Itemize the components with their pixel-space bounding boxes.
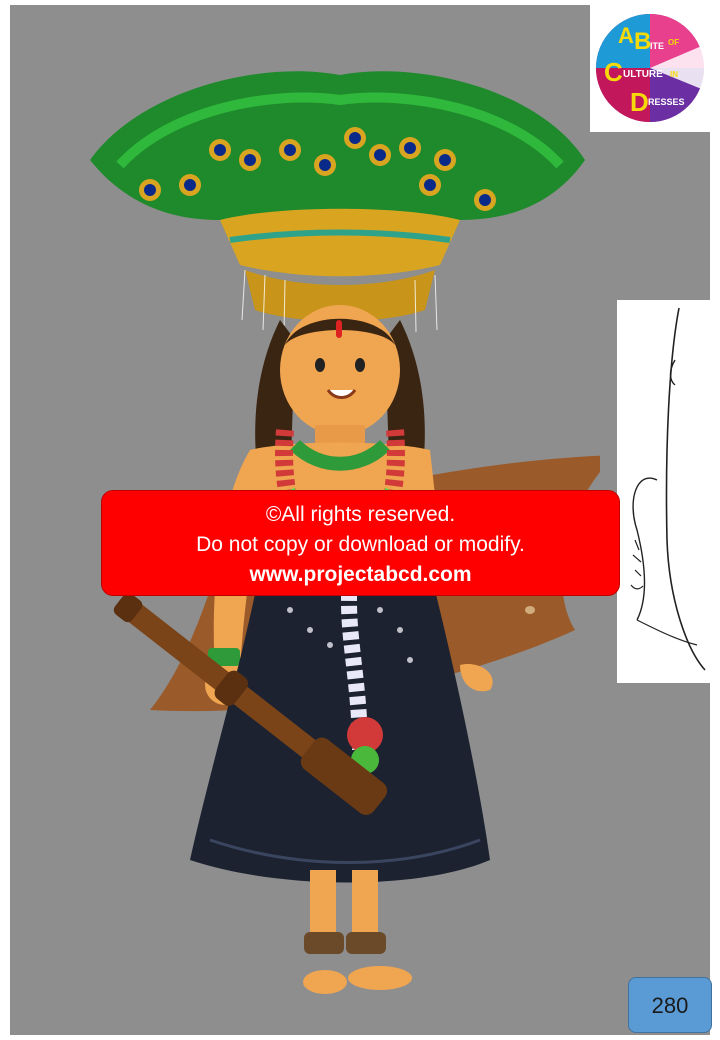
- svg-text:ULTURE: ULTURE: [623, 69, 663, 80]
- svg-text:C: C: [604, 57, 623, 87]
- handwritten-signature-icon: [630, 307, 706, 671]
- copyright-line: ©All rights reserved.: [265, 503, 456, 526]
- svg-text:B: B: [634, 28, 651, 55]
- svg-text:RESSES: RESSES: [648, 97, 685, 107]
- svg-text:OF: OF: [668, 38, 679, 47]
- svg-text:A: A: [618, 23, 634, 48]
- abcd-logo: A B ITE OF C ULTURE IN D RESSES: [590, 5, 710, 132]
- page-number-badge: 280: [628, 977, 712, 1033]
- no-copy-notice: Do not copy or download or modify.: [196, 533, 525, 556]
- svg-text:D: D: [630, 87, 649, 117]
- svg-text:IN: IN: [670, 70, 678, 79]
- svg-text:ITE: ITE: [650, 41, 664, 51]
- signature-panel: [617, 300, 710, 683]
- website-url: www.projectabcd.com: [249, 563, 472, 586]
- copyright-banner: ©All rights reserved. Do not copy or dow…: [101, 490, 620, 596]
- abcd-logo-icon: A B ITE OF C ULTURE IN D RESSES: [596, 14, 704, 122]
